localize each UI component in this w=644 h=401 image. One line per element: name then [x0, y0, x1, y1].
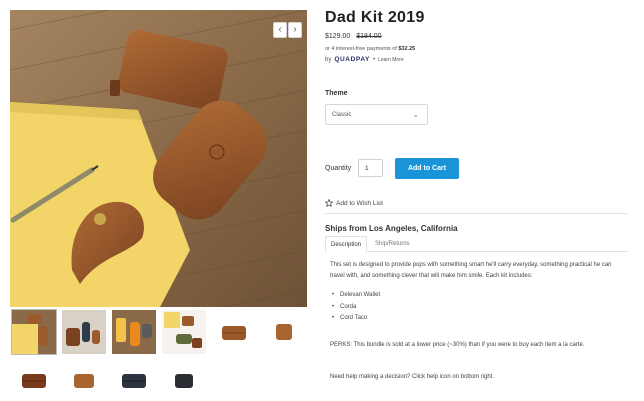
product-photo-illustration: [10, 10, 307, 307]
list-item: Cord Taco: [330, 313, 625, 325]
thumbnail-3[interactable]: [112, 310, 156, 354]
thumbnail-4[interactable]: [162, 310, 206, 354]
add-to-wish-list-link[interactable]: Add to Wish List: [325, 199, 383, 207]
tab-description[interactable]: Description: [325, 236, 368, 253]
bullet-separator: •: [372, 56, 376, 63]
price-block: $129.00 $184.00: [325, 33, 382, 40]
perks-text: PERKS: This bundle is sold at a lower pr…: [330, 342, 585, 348]
kit-items-list: Delevan Wallet Corda Cord Taco: [330, 290, 625, 325]
chevron-right-icon[interactable]: ›: [288, 22, 302, 38]
learn-more-link[interactable]: Learn More: [378, 57, 404, 63]
chevron-left-icon[interactable]: ‹: [273, 22, 287, 38]
main-product-photo[interactable]: ‹ ›: [10, 10, 307, 307]
installment-prefix: or 4 interest-free payments of: [325, 46, 397, 52]
description-text: This set is designed to provide pops wit…: [330, 262, 612, 279]
tab-ship-returns[interactable]: Ship/Returns: [370, 236, 415, 252]
thumbnail-strip: [10, 308, 310, 401]
quantity-input[interactable]: 1: [358, 159, 383, 177]
star-icon: [325, 199, 333, 207]
thumbnail-10[interactable]: [162, 358, 206, 401]
divider: [325, 213, 628, 214]
quantity-label: Quantity: [325, 165, 352, 172]
thumbnail-1[interactable]: [11, 309, 57, 355]
details-tabs: Description Ship/Returns: [325, 236, 628, 253]
help-text: Need help making a decision? Click help …: [330, 374, 495, 380]
by-label: by: [325, 56, 332, 63]
theme-select[interactable]: Classic ⌄: [325, 104, 428, 125]
thumbnail-6[interactable]: [262, 310, 306, 354]
description-body: This set is designed to provide pops wit…: [330, 260, 625, 325]
chevron-down-icon: ⌄: [412, 110, 419, 119]
list-item: Corda: [330, 302, 625, 314]
quadpay-logo: QUADPAY: [334, 56, 370, 63]
quadpay-row: by QUADPAY • Learn More: [325, 56, 404, 63]
list-item: Delevan Wallet: [330, 290, 625, 302]
installment-text: or 4 interest-free payments of $32.25: [325, 46, 415, 52]
product-title: Dad Kit 2019: [325, 9, 425, 26]
original-price: $184.00: [356, 33, 382, 40]
thumbnail-8[interactable]: [62, 358, 106, 401]
wish-list-label: Add to Wish List: [336, 199, 383, 207]
sale-price: $129.00: [325, 33, 351, 40]
theme-selected-value: Classic: [332, 112, 352, 118]
ships-from-heading: Ships from Los Angeles, California: [325, 224, 458, 233]
installment-amount: $32.25: [398, 46, 416, 52]
thumbnail-5[interactable]: [212, 310, 256, 354]
add-to-cart-button[interactable]: Add to Cart: [395, 158, 459, 179]
thumbnail-2[interactable]: [62, 310, 106, 354]
theme-label: Theme: [325, 90, 348, 97]
thumbnail-7[interactable]: [12, 358, 56, 401]
thumbnail-9[interactable]: [112, 358, 156, 401]
